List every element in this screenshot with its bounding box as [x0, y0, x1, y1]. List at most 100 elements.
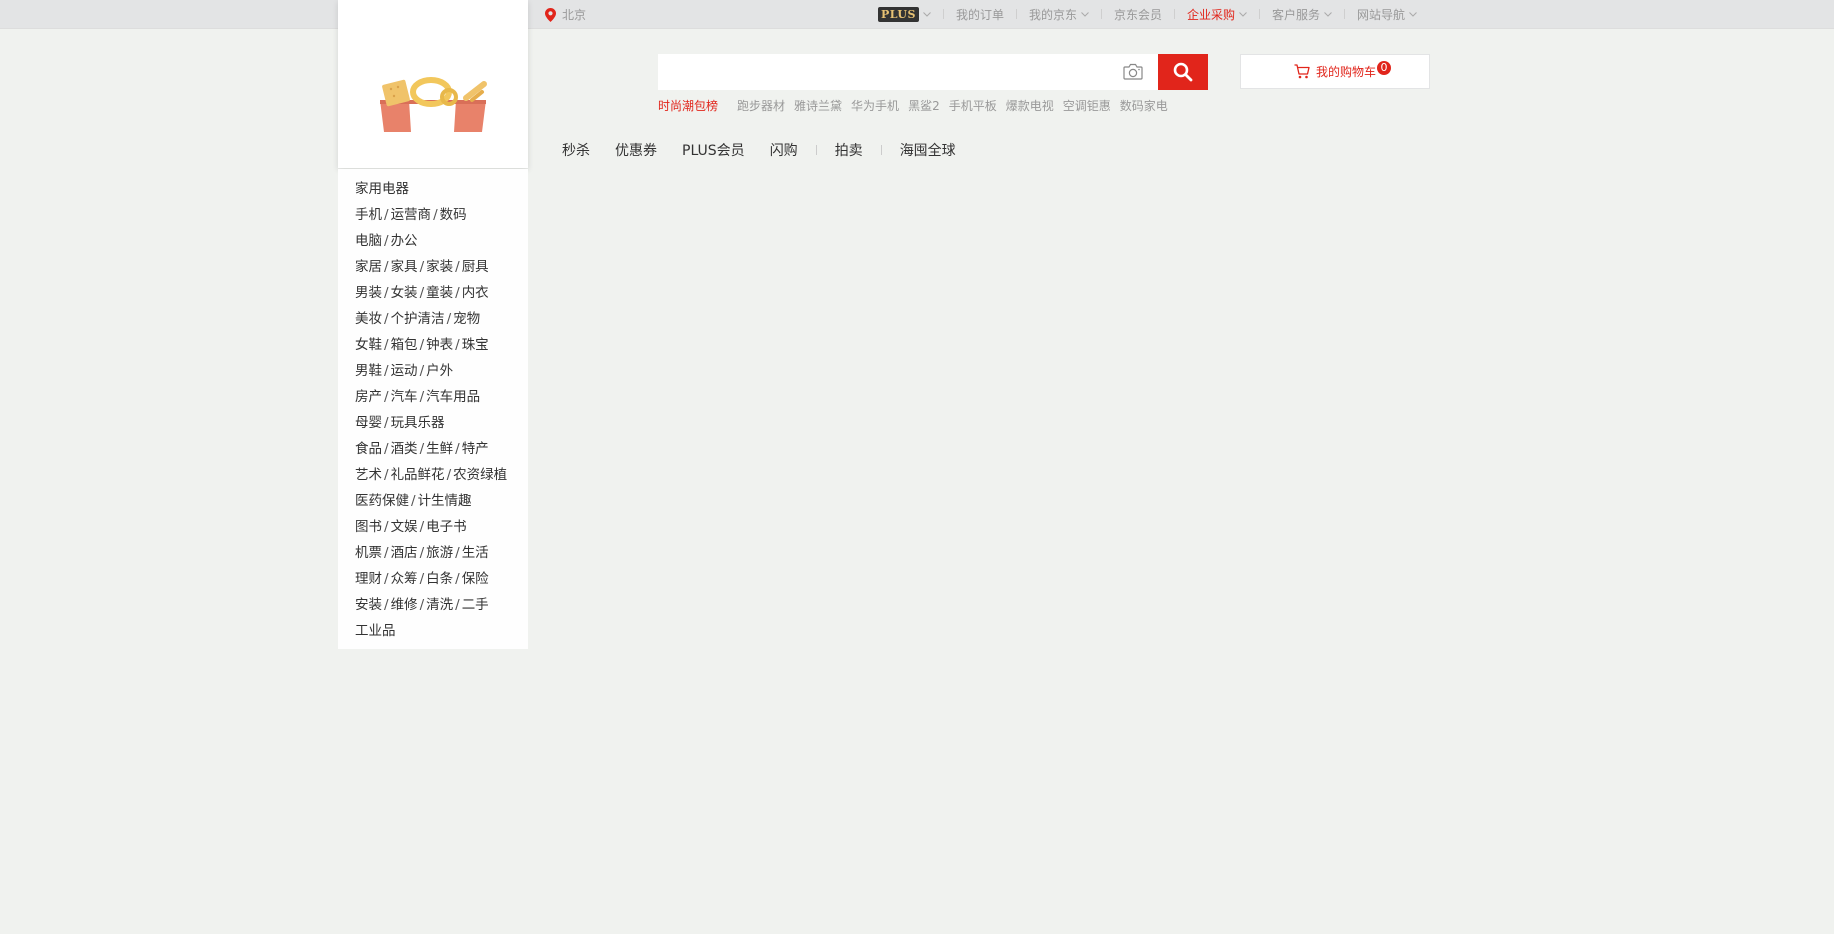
- top-nav-item[interactable]: 我的京东: [1029, 6, 1089, 23]
- location-selector[interactable]: 北京: [545, 6, 586, 23]
- category-link[interactable]: 食品: [355, 441, 382, 457]
- search-button[interactable]: [1158, 54, 1208, 90]
- search-input[interactable]: [668, 54, 1098, 90]
- category-link[interactable]: 工业品: [355, 623, 396, 639]
- category-separator: /: [419, 441, 425, 457]
- category-link[interactable]: 钟表: [426, 337, 453, 353]
- logo-panel[interactable]: [338, 0, 528, 168]
- category-link[interactable]: 安装: [355, 597, 382, 613]
- top-nav-item[interactable]: 我的订单: [956, 6, 1004, 23]
- category-link[interactable]: 运营商: [391, 207, 432, 223]
- hot-keyword-link[interactable]: 跑步器材: [737, 97, 785, 114]
- top-nav-item[interactable]: 网站导航: [1357, 6, 1417, 23]
- category-link[interactable]: 白条: [426, 571, 453, 587]
- category-link[interactable]: 女装: [391, 285, 418, 301]
- channel-link[interactable]: 优惠券: [615, 140, 657, 160]
- category-link[interactable]: 家装: [426, 259, 453, 275]
- category-separator: /: [455, 597, 460, 613]
- category-link[interactable]: 个护清洁: [391, 311, 445, 327]
- top-nav-item[interactable]: 京东会员: [1114, 6, 1162, 23]
- top-bar: 北京 PLUS 我的订单 我的京东 京东会员 企业采购 客户服务 网站导航: [0, 0, 1834, 29]
- category-link[interactable]: 玩具乐器: [391, 415, 445, 431]
- category-separator: /: [384, 389, 389, 405]
- category-link[interactable]: 女鞋: [355, 337, 382, 353]
- channel-link[interactable]: 闪购: [770, 140, 798, 160]
- category-link[interactable]: 礼品鲜花: [391, 467, 445, 483]
- category-link[interactable]: 家居: [355, 259, 382, 275]
- category-link[interactable]: 户外: [426, 363, 453, 379]
- hot-keyword-link[interactable]: 雅诗兰黛: [794, 97, 842, 114]
- hot-keyword-link[interactable]: 黑鲨2: [908, 97, 940, 114]
- top-nav-label: 我的订单: [955, 7, 1004, 22]
- category-link[interactable]: 男装: [355, 285, 382, 301]
- category-link[interactable]: 酒店: [391, 545, 418, 561]
- plus-menu[interactable]: PLUS: [878, 6, 931, 22]
- channel-link[interactable]: 海囤全球: [900, 140, 956, 160]
- category-link[interactable]: 生鲜: [426, 441, 453, 457]
- category-separator: /: [455, 285, 460, 301]
- channel-link[interactable]: 秒杀: [562, 140, 590, 160]
- hot-keyword-link[interactable]: 空调钜惠: [1063, 97, 1111, 114]
- category-separator: /: [419, 597, 425, 613]
- top-nav-item[interactable]: 企业采购: [1187, 6, 1247, 23]
- category-link[interactable]: 众筹: [391, 571, 418, 587]
- category-link[interactable]: 房产: [355, 389, 382, 405]
- category-link[interactable]: 酒类: [391, 441, 418, 457]
- cart-button[interactable]: 我的购物车 0: [1240, 54, 1430, 89]
- category-link[interactable]: 男鞋: [355, 363, 382, 379]
- category-link[interactable]: 办公: [391, 233, 418, 249]
- category-link[interactable]: 电子书: [426, 519, 467, 535]
- category-separator: /: [455, 571, 460, 587]
- category-link[interactable]: 清洗: [426, 597, 453, 613]
- category-link[interactable]: 童装: [426, 285, 453, 301]
- category-link[interactable]: 理财: [355, 571, 382, 587]
- category-link[interactable]: 农资绿植: [453, 467, 507, 483]
- category-link[interactable]: 旅游: [426, 545, 453, 561]
- category-link[interactable]: 数码: [440, 207, 467, 223]
- category-link[interactable]: 机票: [355, 545, 382, 561]
- camera-icon[interactable]: [1123, 63, 1143, 80]
- category-link[interactable]: 运动: [391, 363, 418, 379]
- category-link[interactable]: 箱包: [391, 337, 418, 353]
- category-link[interactable]: 图书: [355, 519, 382, 535]
- category-link[interactable]: 内衣: [462, 285, 489, 301]
- category-link[interactable]: 厨具: [462, 259, 489, 275]
- category-link[interactable]: 保险: [462, 571, 489, 587]
- category-link[interactable]: 计生情趣: [418, 493, 472, 509]
- category-link[interactable]: 生活: [462, 545, 489, 561]
- top-nav-item[interactable]: 客户服务: [1272, 6, 1332, 23]
- category-row: 家用电器: [338, 176, 528, 202]
- category-link[interactable]: 医药保健: [355, 493, 409, 509]
- category-link[interactable]: 二手: [462, 597, 489, 613]
- channel-link[interactable]: 拍卖: [835, 140, 863, 160]
- category-link[interactable]: 特产: [462, 441, 489, 457]
- category-separator: /: [419, 571, 425, 587]
- channel-link[interactable]: PLUS会员: [682, 140, 745, 160]
- hot-keyword-link[interactable]: 时尚潮包榜: [658, 97, 718, 114]
- location-pin-icon: [545, 7, 556, 22]
- category-separator: /: [433, 207, 438, 223]
- hot-keyword-link[interactable]: 华为手机: [851, 97, 899, 114]
- category-link[interactable]: 珠宝: [462, 337, 489, 353]
- category-link[interactable]: 文娱: [391, 519, 418, 535]
- category-separator: /: [384, 441, 389, 457]
- category-link[interactable]: 家用电器: [355, 181, 409, 197]
- category-link[interactable]: 手机: [355, 207, 382, 223]
- category-link[interactable]: 母婴: [355, 415, 382, 431]
- category-link[interactable]: 汽车用品: [426, 389, 480, 405]
- category-separator: /: [384, 519, 389, 535]
- category-link[interactable]: 维修: [391, 597, 418, 613]
- category-separator: /: [419, 259, 425, 275]
- category-link[interactable]: 汽车: [391, 389, 418, 405]
- category-separator: /: [419, 285, 425, 301]
- category-link[interactable]: 电脑: [355, 233, 382, 249]
- hot-keyword-link[interactable]: 爆款电视: [1006, 97, 1054, 114]
- category-link[interactable]: 家具: [391, 259, 418, 275]
- hot-keyword-link[interactable]: 手机平板: [949, 97, 997, 114]
- hot-keyword-link[interactable]: 数码家电: [1120, 97, 1168, 114]
- category-separator: /: [411, 493, 416, 509]
- chevron-down-icon: [1081, 12, 1089, 17]
- category-link[interactable]: 宠物: [453, 311, 480, 327]
- category-link[interactable]: 艺术: [355, 467, 382, 483]
- category-link[interactable]: 美妆: [355, 311, 382, 327]
